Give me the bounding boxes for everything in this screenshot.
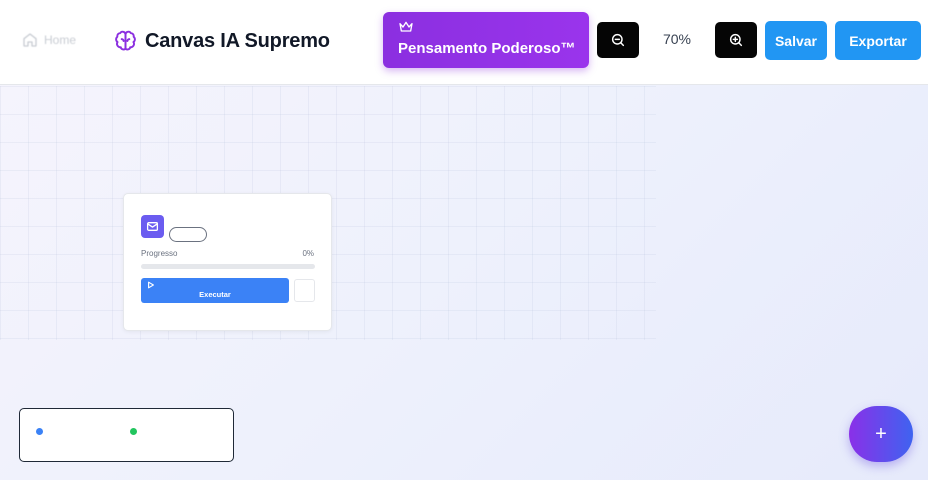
- app-title: Canvas IA Supremo: [145, 29, 330, 52]
- add-node-button[interactable]: +: [849, 406, 913, 462]
- node-toggle[interactable]: [169, 227, 207, 242]
- execute-button[interactable]: Executar: [141, 278, 289, 303]
- legend-panel: [19, 408, 234, 462]
- zoom-out-icon: [611, 33, 625, 47]
- top-bar: Home Canvas IA Supremo Pensamento Podero…: [0, 0, 928, 85]
- legend-item-green: [130, 428, 143, 435]
- mail-icon: [146, 222, 159, 231]
- export-button[interactable]: Exportar: [835, 21, 921, 60]
- progress-percent: 0%: [302, 249, 314, 258]
- node-options-button[interactable]: [294, 279, 315, 302]
- progress-bar: [141, 264, 315, 269]
- legend-item-blue: [36, 428, 49, 435]
- brand: Canvas IA Supremo: [114, 28, 330, 54]
- zoom-level: 70%: [662, 31, 692, 47]
- home-icon: [23, 33, 37, 47]
- powerful-thinking-button[interactable]: Pensamento Poderoso™: [383, 12, 589, 68]
- legend-dot-green: [130, 428, 137, 435]
- plus-icon: +: [875, 422, 887, 445]
- zoom-out-button[interactable]: [597, 22, 639, 58]
- canvas-node-card[interactable]: Progresso 0% Executar: [123, 193, 332, 331]
- home-link-label: Home: [44, 33, 77, 47]
- execute-label: Executar: [199, 290, 231, 299]
- zoom-in-icon: [729, 33, 743, 47]
- powerful-thinking-label: Pensamento Poderoso™: [398, 40, 576, 57]
- home-link[interactable]: Home: [22, 31, 76, 49]
- play-icon: [148, 281, 154, 289]
- brain-icon: [115, 30, 136, 50]
- node-type-badge: [141, 215, 164, 238]
- progress-label: Progresso: [141, 249, 178, 258]
- save-button[interactable]: Salvar: [765, 21, 827, 60]
- crown-icon: [399, 21, 413, 32]
- zoom-in-button[interactable]: [715, 22, 757, 58]
- legend-dot-blue: [36, 428, 43, 435]
